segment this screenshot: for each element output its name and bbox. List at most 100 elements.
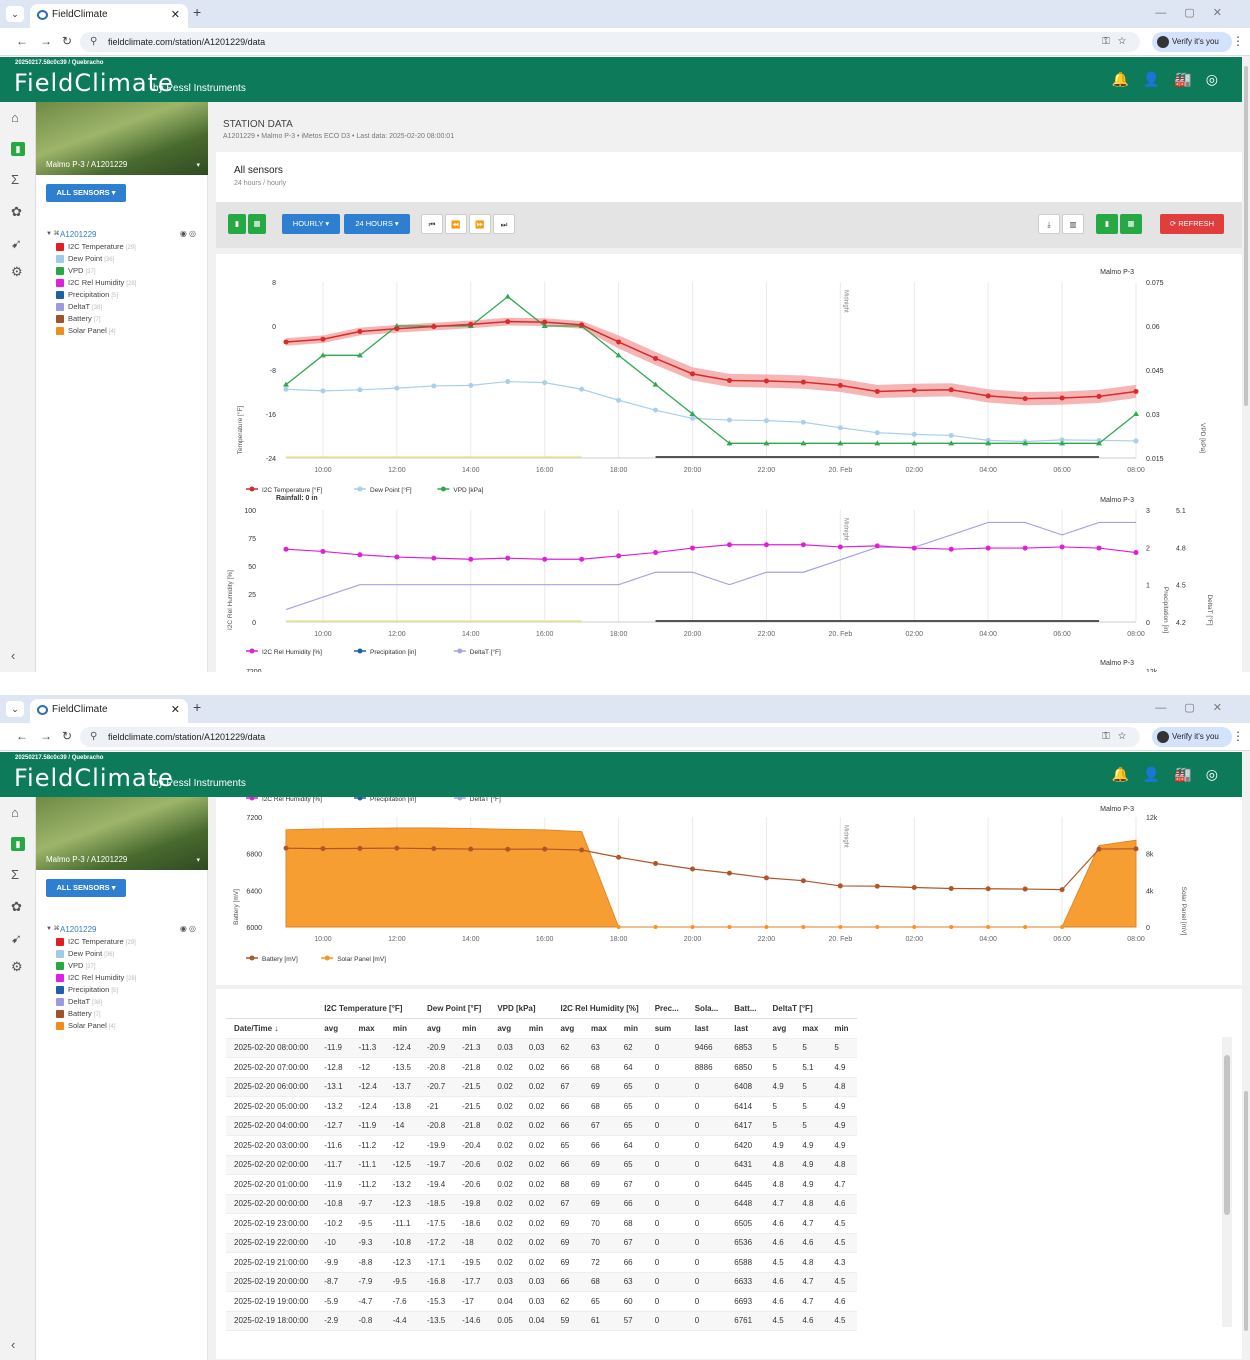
prev-page-icon[interactable]: ⏪ [445, 214, 467, 234]
data-point [653, 860, 659, 866]
back-icon[interactable]: ← [16, 729, 28, 743]
home-icon[interactable]: ⌂ [11, 805, 19, 820]
sensor-item[interactable]: Dew Point [36] [46, 948, 206, 960]
browser-menu-icon[interactable]: ⋮ [1232, 729, 1244, 743]
bookmark-star-icon[interactable]: ⚿☆ [1102, 32, 1134, 52]
bookmark-star-icon[interactable]: ⚿☆ [1102, 727, 1134, 747]
charts-icon[interactable]: ▮ [11, 142, 25, 156]
tab-search-button[interactable]: ⌄ [6, 6, 24, 22]
columns-icon[interactable]: ▥ [1062, 214, 1084, 234]
sensor-color-swatch [56, 327, 64, 335]
table-scrollbar[interactable] [1222, 1037, 1232, 1327]
table-cell: -13.2 [384, 1174, 419, 1195]
back-icon[interactable]: ← [16, 34, 28, 48]
page-scrollbar[interactable] [1242, 751, 1250, 1360]
sensor-item[interactable]: Solar Panel [4] [46, 1020, 206, 1032]
table-cell: 70 [582, 1213, 616, 1234]
collapse-chevron-icon[interactable]: ‹ [11, 648, 15, 663]
browser-tab[interactable]: FieldClimate ✕ [30, 4, 188, 28]
range-dropdown[interactable]: 24 HOURS ▾ [344, 214, 410, 234]
settings-icon[interactable]: ⚙ [11, 959, 23, 975]
chart-view-icon[interactable]: ▮ [1096, 214, 1118, 234]
window-controls[interactable]: —▢✕ [1155, 6, 1240, 19]
site-info-icon[interactable]: ⚲ [90, 727, 97, 747]
reload-icon[interactable]: ↻ [62, 34, 72, 48]
visibility-icon[interactable]: ◉ ◎ [180, 924, 196, 933]
calendar-button[interactable]: ▦ [248, 214, 266, 234]
forward-icon[interactable]: → [40, 729, 52, 743]
close-tab-icon[interactable]: ✕ [171, 699, 180, 721]
logo[interactable]: FieldClimate [14, 764, 174, 792]
sensor-item[interactable]: I2C Rel Humidity [28] [46, 972, 206, 984]
tree-expand-icon[interactable]: ▼ ⌘ [46, 230, 60, 237]
station-node[interactable]: ▼ ⌘ A1201229 ◉ ◎ [46, 229, 206, 241]
table-view-icon[interactable]: ▦ [1120, 214, 1142, 234]
disease-icon[interactable]: ✿ [11, 204, 22, 220]
sensor-item[interactable]: Dew Point [36] [46, 253, 206, 265]
header-icons[interactable]: 🔔👤🏭◎ [1111, 71, 1232, 88]
sensor-item[interactable]: DeltaT [38] [46, 301, 206, 313]
collapse-chevron-icon[interactable]: ‹ [11, 1337, 15, 1352]
table-cell: -11.3 [350, 1038, 385, 1058]
sum-icon[interactable]: Σ [11, 867, 19, 882]
sensor-item[interactable]: Battery [7] [46, 1008, 206, 1020]
toggle-table-button[interactable]: ▮ [228, 214, 246, 234]
sensor-item[interactable]: I2C Rel Humidity [28] [46, 277, 206, 289]
sensor-item[interactable]: Precipitation [5] [46, 289, 206, 301]
scrollbar-thumb[interactable] [1244, 1091, 1248, 1331]
scrollbar-thumb[interactable] [1244, 66, 1248, 406]
visibility-icon[interactable]: ◉ ◎ [180, 229, 196, 238]
sprayer-icon[interactable]: ➹ [11, 931, 22, 947]
settings-icon[interactable]: ⚙ [11, 264, 23, 280]
next-page-icon[interactable]: ⏩ [469, 214, 491, 234]
url-input[interactable]: ⚲ fieldclimate.com/station/A1201229/data ⚿… [80, 32, 1140, 52]
sensor-item[interactable]: Battery [7] [46, 313, 206, 325]
site-info-icon[interactable]: ⚲ [90, 32, 97, 52]
sum-icon[interactable]: Σ [11, 172, 19, 187]
close-tab-icon[interactable]: ✕ [171, 4, 180, 26]
sensor-item[interactable]: VPD [37] [46, 265, 206, 277]
station-select-chevron-icon[interactable]: ▾ [196, 161, 200, 169]
fieldclimate-favicon-icon [37, 705, 48, 715]
home-icon[interactable]: ⌂ [11, 110, 19, 125]
station-node[interactable]: ▼ ⌘ A1201229 ◉ ◎ [46, 924, 206, 936]
sub-header: max [582, 1018, 616, 1039]
logo[interactable]: FieldClimate [14, 69, 174, 97]
table-cell: -20.6 [454, 1155, 490, 1175]
forward-icon[interactable]: → [40, 34, 52, 48]
sort-datetime-header[interactable]: Date/Time ↓ [226, 1018, 317, 1039]
first-page-icon[interactable]: ⏮ [421, 214, 443, 234]
new-tab-icon[interactable]: + [193, 699, 201, 715]
sprayer-icon[interactable]: ➹ [11, 236, 22, 252]
sensor-item[interactable]: I2C Temperature [29] [46, 936, 206, 948]
charts-icon[interactable]: ▮ [11, 837, 25, 851]
browser-menu-icon[interactable]: ⋮ [1232, 34, 1244, 48]
sensor-item[interactable]: Precipitation [5] [46, 984, 206, 996]
all-sensors-button[interactable]: ALL SENSORS ▾ [46, 879, 126, 897]
header-icons[interactable]: 🔔👤🏭◎ [1111, 766, 1232, 783]
scrollbar-thumb[interactable] [1224, 1055, 1230, 1215]
download-icon[interactable]: ⤓ [1038, 214, 1060, 234]
new-tab-icon[interactable]: + [193, 4, 201, 20]
hourly-dropdown[interactable]: HOURLY ▾ [282, 214, 340, 234]
station-select-chevron-icon[interactable]: ▾ [196, 856, 200, 864]
window-controls[interactable]: —▢✕ [1155, 701, 1240, 714]
profile-button[interactable]: Verify it's you [1152, 727, 1232, 747]
sensor-item[interactable]: VPD [37] [46, 960, 206, 972]
sensor-item[interactable]: DeltaT [38] [46, 996, 206, 1008]
refresh-button[interactable]: ⟳ REFRESH [1160, 214, 1224, 234]
profile-button[interactable]: Verify it's you [1152, 32, 1232, 52]
page-scrollbar[interactable] [1242, 56, 1250, 672]
all-sensors-button[interactable]: ALL SENSORS ▾ [46, 184, 126, 202]
browser-tab[interactable]: FieldClimate ✕ [30, 699, 188, 723]
group-header: I2C Temperature [°F] [316, 999, 419, 1019]
tree-expand-icon[interactable]: ▼ ⌘ [46, 925, 60, 932]
sensor-item[interactable]: Solar Panel [4] [46, 325, 206, 337]
last-page-icon[interactable]: ⏭ [493, 214, 515, 234]
tab-search-button[interactable]: ⌄ [6, 701, 24, 717]
y-tick-label: 12k [1146, 815, 1158, 822]
reload-icon[interactable]: ↻ [62, 729, 72, 743]
url-input[interactable]: ⚲ fieldclimate.com/station/A1201229/data ⚿… [80, 727, 1140, 747]
disease-icon[interactable]: ✿ [11, 899, 22, 915]
sensor-item[interactable]: I2C Temperature [29] [46, 241, 206, 253]
